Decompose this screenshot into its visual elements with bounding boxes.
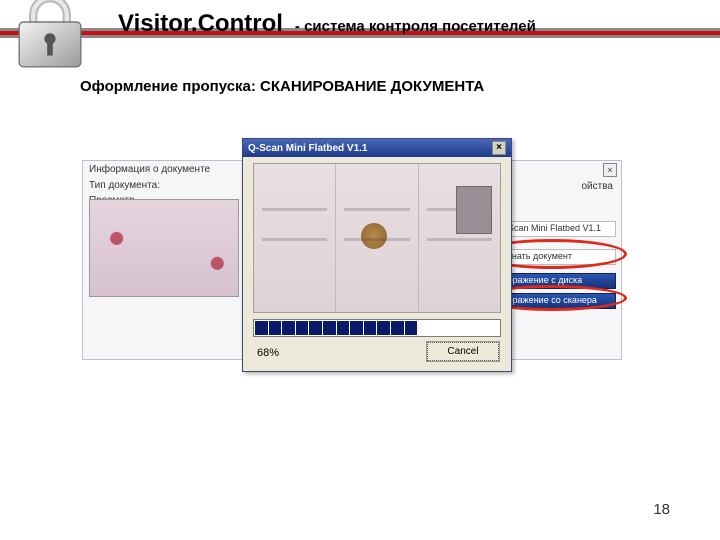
document-thumbnail	[89, 199, 239, 297]
progress-segment	[255, 321, 268, 335]
scan-preview	[253, 163, 501, 313]
progress-segment	[446, 321, 459, 335]
cancel-button[interactable]: Cancel	[427, 342, 499, 361]
close-panel-icon[interactable]: ×	[603, 163, 617, 177]
scan-page-left	[254, 164, 336, 312]
progress-segment	[432, 321, 445, 335]
header-title-row: Visitor.Control - система контроля посет…	[118, 10, 700, 38]
scan-page-right	[419, 164, 500, 312]
dialog-title-bar[interactable]: Q-Scan Mini Flatbed V1.1 ×	[243, 139, 511, 157]
properties-label: ойства	[582, 181, 614, 192]
padlock-icon	[8, 0, 92, 72]
progress-segment	[473, 321, 486, 335]
progress-segment	[323, 321, 336, 335]
progress-segment	[486, 321, 499, 335]
progress-bar	[253, 319, 501, 337]
progress-segment	[377, 321, 390, 335]
progress-segment	[405, 321, 418, 335]
progress-segment	[391, 321, 404, 335]
dialog-title: Q-Scan Mini Flatbed V1.1	[248, 143, 367, 154]
progress-segment	[269, 321, 282, 335]
progress-segment	[350, 321, 363, 335]
photo-placeholder	[456, 186, 492, 234]
progress-percent: 68%	[257, 347, 279, 359]
recognize-button[interactable]: познать документ	[494, 249, 616, 265]
scanner-select[interactable]: Q-Scan Mini Flatbed V1.1	[494, 221, 616, 237]
app-subtitle: - система контроля посетителей	[295, 18, 536, 35]
progress-segment	[282, 321, 295, 335]
progress-segment	[309, 321, 322, 335]
close-icon[interactable]: ×	[492, 141, 506, 155]
app-title: Visitor.Control	[118, 10, 283, 38]
page-number: 18	[653, 501, 670, 518]
progress-segment	[364, 321, 377, 335]
progress-segment	[459, 321, 472, 335]
scan-page-middle	[336, 164, 418, 312]
slide-section-title: Оформление пропуска: СКАНИРОВАНИЕ ДОКУМЕ…	[80, 78, 484, 95]
scan-progress-dialog: Q-Scan Mini Flatbed V1.1 × 68% Cancel	[242, 138, 512, 372]
progress-segment	[296, 321, 309, 335]
progress-segment	[337, 321, 350, 335]
progress-segment	[418, 321, 431, 335]
emblem-icon	[361, 223, 387, 249]
